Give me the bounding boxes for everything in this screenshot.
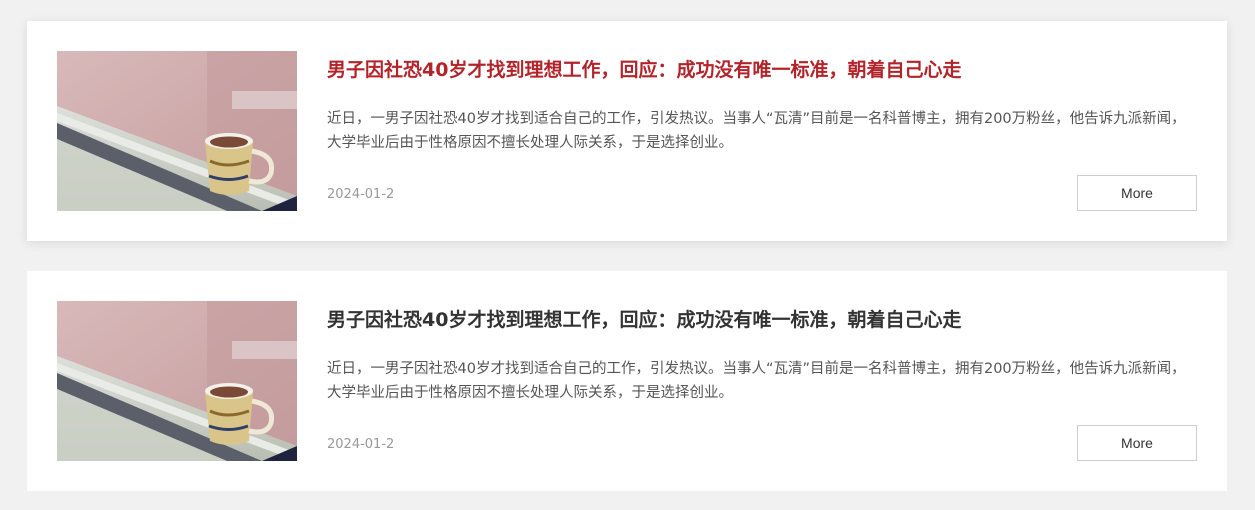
news-date: 2024-01-2 (327, 437, 395, 452)
news-thumbnail[interactable] (57, 301, 297, 461)
news-card: 男子因社恐40岁才找到理想工作，回应：成功没有唯一标准，朝着自己心走 近日，一男… (27, 21, 1227, 241)
news-title[interactable]: 男子因社恐40岁才找到理想工作，回应：成功没有唯一标准，朝着自己心走 (327, 307, 1207, 333)
more-button[interactable]: More (1077, 425, 1197, 461)
coffee-cup-photo (57, 301, 297, 461)
more-button[interactable]: More (1077, 175, 1197, 211)
coffee-cup-photo (57, 51, 297, 211)
news-card: 男子因社恐40岁才找到理想工作，回应：成功没有唯一标准，朝着自己心走 近日，一男… (27, 271, 1227, 491)
news-summary: 近日，一男子因社恐40岁才找到适合自己的工作，引发热议。当事人“瓦清”目前是一名… (327, 361, 1186, 401)
news-thumbnail[interactable] (57, 51, 297, 211)
news-summary: 近日，一男子因社恐40岁才找到适合自己的工作，引发热议。当事人“瓦清”目前是一名… (327, 111, 1186, 151)
news-date: 2024-01-2 (327, 187, 395, 202)
news-title[interactable]: 男子因社恐40岁才找到理想工作，回应：成功没有唯一标准，朝着自己心走 (327, 57, 1207, 83)
news-list: 男子因社恐40岁才找到理想工作，回应：成功没有唯一标准，朝着自己心走 近日，一男… (0, 0, 1255, 510)
